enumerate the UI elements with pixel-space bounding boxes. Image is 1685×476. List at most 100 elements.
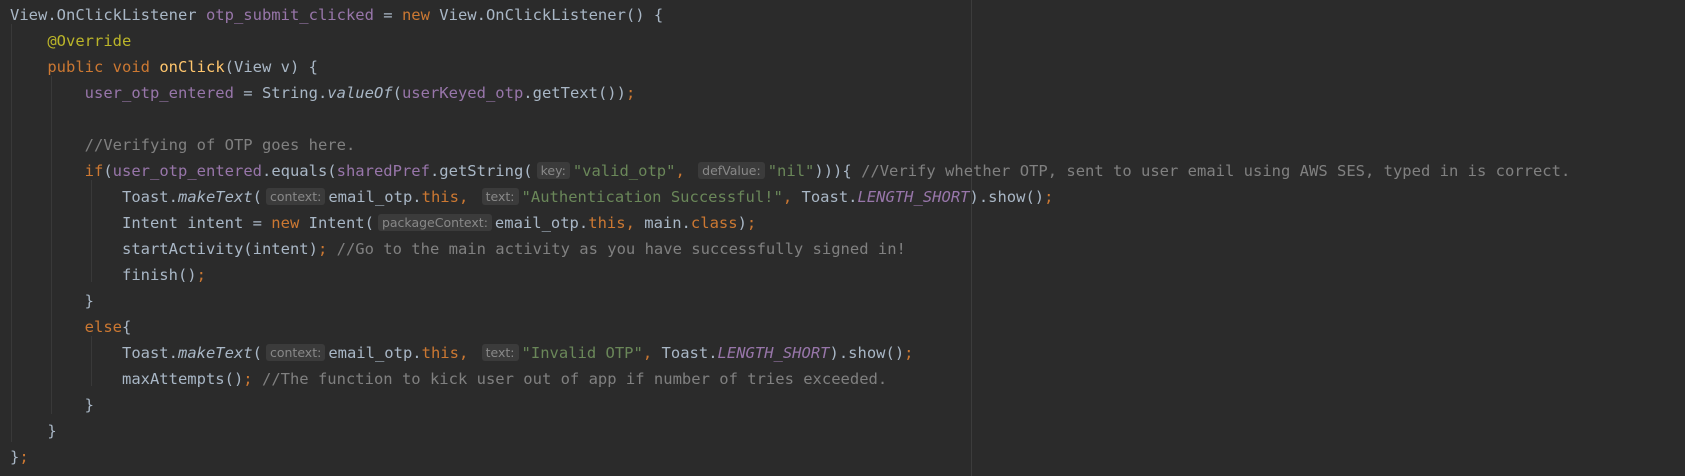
method-name-token: onClick — [159, 58, 225, 76]
code-token: ( — [392, 84, 402, 102]
parameter-hint: packageContext: — [377, 214, 492, 231]
keyword-token: new — [401, 6, 430, 24]
code-editor[interactable]: View.OnClickListener otp_submit_clicked … — [0, 0, 1685, 476]
code-line[interactable]: @Override — [10, 28, 1570, 54]
code-token: View.OnClickListener — [10, 6, 206, 24]
keyword-token: , — [675, 162, 695, 180]
code-line[interactable]: Toast.makeText(context: email_otp.this, t… — [10, 340, 1570, 366]
keyword-token: ; — [904, 344, 914, 362]
keyword-token: ; — [317, 240, 328, 258]
field-token: userKeyed_otp — [401, 84, 524, 102]
keyword-token: , — [782, 188, 802, 206]
code-token: email_otp. — [328, 344, 422, 362]
keyword-token: this — [421, 344, 459, 362]
keyword-token: ; — [19, 448, 29, 466]
keyword-token: this — [588, 214, 626, 232]
code-token: .equals( — [261, 162, 337, 180]
code-token: Intent( — [299, 214, 374, 232]
code-line[interactable]: //Verifying of OTP goes here. — [10, 132, 1570, 158]
static-method-token: valueOf — [327, 84, 393, 102]
code-token: finish() — [10, 266, 197, 284]
code-token: ( — [252, 344, 262, 362]
keyword-token: else — [84, 318, 122, 336]
code-line[interactable]: if(user_otp_entered.equals(sharedPref.ge… — [10, 158, 1570, 184]
code-line[interactable]: Intent intent = new Intent(packageContex… — [10, 210, 1570, 236]
code-token: email_otp. — [494, 214, 589, 232]
code-token: Toast. — [10, 188, 178, 206]
code-line[interactable]: public void onClick(View v) { — [10, 54, 1570, 80]
code-token: maxAttempts() — [10, 370, 244, 388]
code-line[interactable]: View.OnClickListener otp_submit_clicked … — [10, 2, 1570, 28]
comment-text: //Verifying of OTP goes here. — [84, 136, 356, 154]
code-line[interactable]: maxAttempts(); //The function to kick us… — [10, 366, 1570, 392]
code-token: } — [10, 396, 94, 414]
code-line[interactable]: Toast.makeText(context: email_otp.this, t… — [10, 184, 1570, 210]
code-token: email_otp. — [328, 188, 422, 206]
code-token: ).show() — [969, 188, 1045, 206]
string-literal: "nil" — [767, 162, 815, 180]
code-line[interactable]: finish(); — [10, 262, 1570, 288]
code-token: main. — [644, 214, 691, 232]
comment-text: //Go to the main activity as you have su… — [336, 240, 906, 258]
constant-token: LENGTH_SHORT — [717, 344, 830, 362]
keyword-token: new — [271, 214, 300, 232]
field-token: user_otp_entered — [84, 84, 234, 102]
string-literal: "Invalid OTP" — [521, 344, 643, 362]
keyword-token: , — [625, 214, 645, 232]
code-token: Intent intent = — [10, 214, 272, 232]
code-token: .getText()) — [523, 84, 626, 102]
code-token: Toast. — [10, 344, 178, 362]
code-token: = String. — [233, 84, 328, 102]
annotation-token: @Override — [47, 32, 132, 50]
string-literal: "Authentication Successful!" — [521, 188, 783, 206]
parameter-hint: context: — [265, 344, 326, 361]
code-token: ( — [252, 188, 262, 206]
code-line[interactable]: }; — [10, 444, 1570, 470]
code-line[interactable]: } — [10, 288, 1570, 314]
keyword-token: ; — [1044, 188, 1054, 206]
code-line[interactable]: else{ — [10, 314, 1570, 340]
field-token: sharedPref — [336, 162, 430, 180]
static-method-token: makeText — [177, 188, 253, 206]
keyword-token: ; — [243, 370, 253, 388]
code-token: startActivity(intent) — [10, 240, 318, 258]
field-token: user_otp_entered — [112, 162, 262, 180]
keyword-token: , — [458, 188, 478, 206]
parameter-hint: defValue: — [698, 162, 765, 179]
keyword-token: class — [690, 214, 738, 232]
code-line[interactable]: } — [10, 392, 1570, 418]
code-line[interactable]: } — [10, 418, 1570, 444]
code-lines[interactable]: View.OnClickListener otp_submit_clicked … — [10, 2, 1570, 470]
code-token: ( — [103, 162, 113, 180]
code-token: { — [121, 318, 132, 336]
code-line[interactable]: startActivity(intent); //Go to the main … — [10, 236, 1570, 262]
keyword-token: , — [642, 344, 662, 362]
parameter-hint: text: — [481, 188, 519, 205]
comment-text: //The function to kick user out of app i… — [261, 370, 888, 388]
code-token: = — [373, 6, 402, 24]
parameter-hint: key: — [536, 162, 570, 179]
code-token: (View v) { — [224, 58, 318, 76]
keyword-token: ; — [625, 84, 636, 102]
field-token: otp_submit_clicked — [205, 6, 374, 24]
code-token: Toast. — [661, 344, 718, 362]
code-token: ) — [737, 214, 747, 232]
code-line[interactable] — [10, 106, 1570, 132]
keyword-token: ; — [746, 214, 757, 232]
static-method-token: makeText — [177, 344, 253, 362]
code-token: } — [10, 448, 20, 466]
keyword-token: this — [421, 188, 459, 206]
keyword-token: if — [84, 162, 104, 180]
comment-text: //Verify whether OTP, sent to user email… — [861, 162, 1571, 180]
keyword-token: , — [458, 344, 478, 362]
code-line[interactable]: user_otp_entered = String.valueOf(userKe… — [10, 80, 1570, 106]
keyword-token: public void — [47, 58, 150, 76]
